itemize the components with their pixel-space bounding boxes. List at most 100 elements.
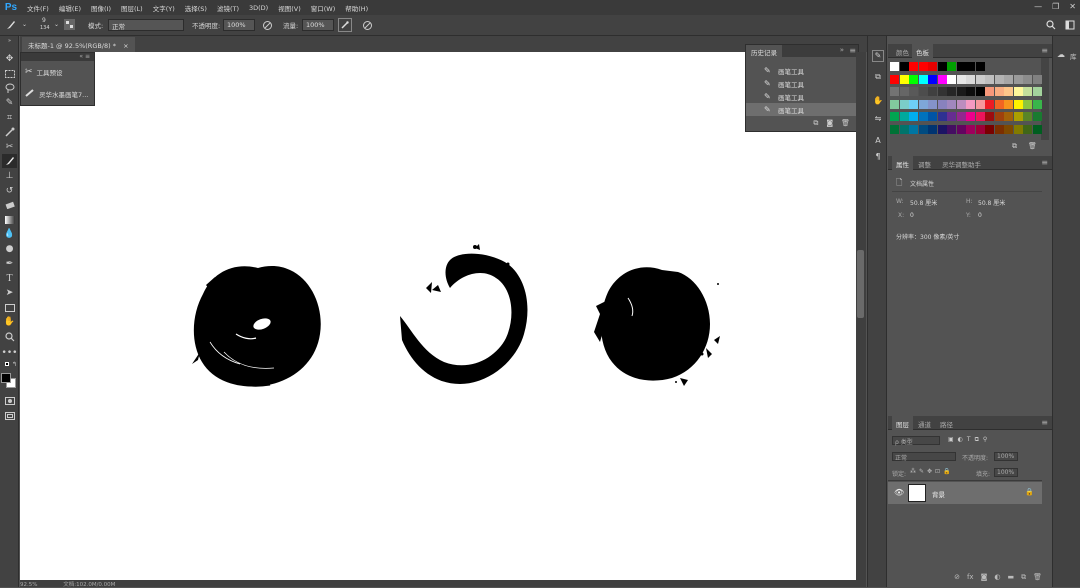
swatch[interactable] [1004, 99, 1013, 109]
link-layers-icon[interactable]: ⊘ [954, 573, 960, 585]
swatch[interactable] [966, 124, 975, 134]
history-collapse-icon[interactable]: » [840, 46, 844, 54]
swatch[interactable] [899, 124, 909, 134]
swatch[interactable] [1013, 124, 1023, 134]
swatch[interactable] [1013, 87, 1023, 96]
swatch[interactable] [890, 99, 899, 109]
collapse-toolbar-icon[interactable]: » [2, 38, 17, 44]
libraries-icon[interactable]: ☁ [1057, 50, 1065, 59]
history-item-active[interactable]: ✎ 画笔工具 [746, 103, 858, 116]
history-brush-tool-icon[interactable]: ↺ [2, 184, 17, 198]
menu-view[interactable]: 视图(V) [273, 3, 306, 13]
pressure-size-icon[interactable] [360, 18, 374, 32]
swatch[interactable] [909, 74, 918, 84]
canvas[interactable] [20, 52, 856, 580]
clone-stamp-tool-icon[interactable]: ⊥ [2, 169, 17, 183]
swatch[interactable] [1013, 112, 1023, 121]
history-item[interactable]: ✎ 画笔工具 [746, 64, 858, 77]
trash-icon[interactable]: 🗑 [841, 119, 850, 129]
swatch[interactable] [899, 74, 909, 84]
swatches-menu-icon[interactable]: ≡ [1041, 46, 1048, 55]
tool-preset-item[interactable]: ✂ 工具预设 [25, 67, 63, 77]
swatch[interactable] [928, 62, 937, 71]
lasso-tool-icon[interactable] [2, 81, 17, 95]
tab-swatches[interactable]: 色板 [912, 44, 933, 58]
swatch[interactable] [947, 87, 956, 96]
menu-filter[interactable]: 滤镜(T) [212, 3, 244, 13]
swatch[interactable] [956, 112, 966, 121]
menu-type[interactable]: 文字(Y) [148, 3, 180, 13]
swatch[interactable] [918, 112, 928, 121]
delete-layer-icon[interactable]: 🗑 [1033, 573, 1042, 585]
history-item[interactable]: ✎ 画笔工具 [746, 77, 858, 90]
swatch[interactable] [947, 74, 956, 84]
marquee-tool-icon[interactable] [2, 67, 17, 81]
swatch[interactable] [994, 74, 1004, 84]
swatch[interactable] [909, 112, 918, 121]
flow-field[interactable]: 100% [302, 19, 334, 31]
swatch[interactable] [985, 99, 994, 109]
swatch[interactable] [966, 112, 975, 121]
x-value[interactable]: 0 [910, 212, 914, 219]
eraser-tool-icon[interactable] [2, 198, 17, 212]
layers-menu-icon[interactable]: ≡ [1041, 418, 1048, 427]
pressure-opacity-icon[interactable] [260, 18, 274, 32]
swatch[interactable] [909, 124, 918, 134]
close-window-button[interactable]: ✕ [1069, 2, 1076, 11]
swatch[interactable] [947, 124, 956, 134]
swatch[interactable] [899, 112, 909, 121]
clone-source-icon[interactable]: ⧉ [872, 72, 884, 84]
swatch[interactable] [956, 99, 966, 109]
swatch[interactable] [1032, 87, 1042, 96]
swatch[interactable] [966, 74, 975, 84]
swatch[interactable] [975, 87, 985, 96]
swatch[interactable] [1023, 112, 1032, 121]
airbrush-icon[interactable] [338, 18, 352, 32]
blend-mode-select[interactable]: 正常 [892, 452, 956, 462]
swatch[interactable] [975, 74, 985, 84]
eyedropper-tool-icon[interactable] [2, 125, 17, 139]
healing-brush-tool-icon[interactable]: ✂ [2, 140, 17, 154]
swatch[interactable] [918, 62, 928, 71]
layer-kind-filter[interactable]: ρ 类型 [892, 436, 940, 446]
swatch[interactable] [928, 112, 937, 121]
swatch[interactable] [909, 62, 918, 71]
swatch[interactable] [928, 124, 937, 134]
dropdown-arrow-icon[interactable]: ⌄ [22, 21, 27, 28]
swatch[interactable] [899, 62, 909, 71]
horizontal-scrollbar[interactable] [20, 580, 866, 587]
swatch[interactable] [975, 124, 985, 134]
adjustment-layer-icon[interactable]: ◐ [994, 573, 1000, 585]
swatch[interactable] [975, 112, 985, 121]
swatch[interactable] [937, 87, 947, 96]
swatch[interactable] [937, 62, 947, 71]
swatch[interactable] [1004, 74, 1013, 84]
swatch[interactable] [890, 62, 899, 71]
swatch[interactable] [937, 124, 947, 134]
swatch[interactable] [918, 74, 928, 84]
swatch[interactable] [890, 74, 899, 84]
swatch[interactable] [928, 99, 937, 109]
swatch[interactable] [890, 87, 899, 96]
menu-window[interactable]: 窗口(W) [306, 3, 341, 13]
brush-panel-toggle-icon[interactable] [64, 19, 75, 30]
swatch[interactable] [918, 87, 928, 96]
swatch[interactable] [994, 87, 1004, 96]
swatch[interactable] [956, 87, 966, 96]
tab-adjustments[interactable]: 调整 [914, 158, 935, 170]
move-tool-icon[interactable]: ✥ [2, 52, 17, 66]
swatch[interactable] [956, 124, 966, 134]
minimize-button[interactable]: — [1034, 2, 1042, 11]
quick-selection-tool-icon[interactable]: ✎ [2, 96, 17, 110]
tab-channels[interactable]: 通道 [914, 418, 935, 430]
swatch[interactable] [909, 87, 918, 96]
swatch[interactable] [918, 124, 928, 134]
character-icon[interactable]: A [872, 136, 884, 148]
lock-icons[interactable]: ⁂✎✥⊡🔒 [910, 468, 954, 475]
blur-tool-icon[interactable]: 💧 [2, 227, 17, 241]
group-icon[interactable]: ▬ [1007, 573, 1014, 585]
opacity-field[interactable]: 100% [223, 19, 255, 31]
swatch[interactable] [899, 99, 909, 109]
gradient-tool-icon[interactable] [2, 213, 17, 227]
menu-image[interactable]: 图像(I) [86, 3, 116, 13]
